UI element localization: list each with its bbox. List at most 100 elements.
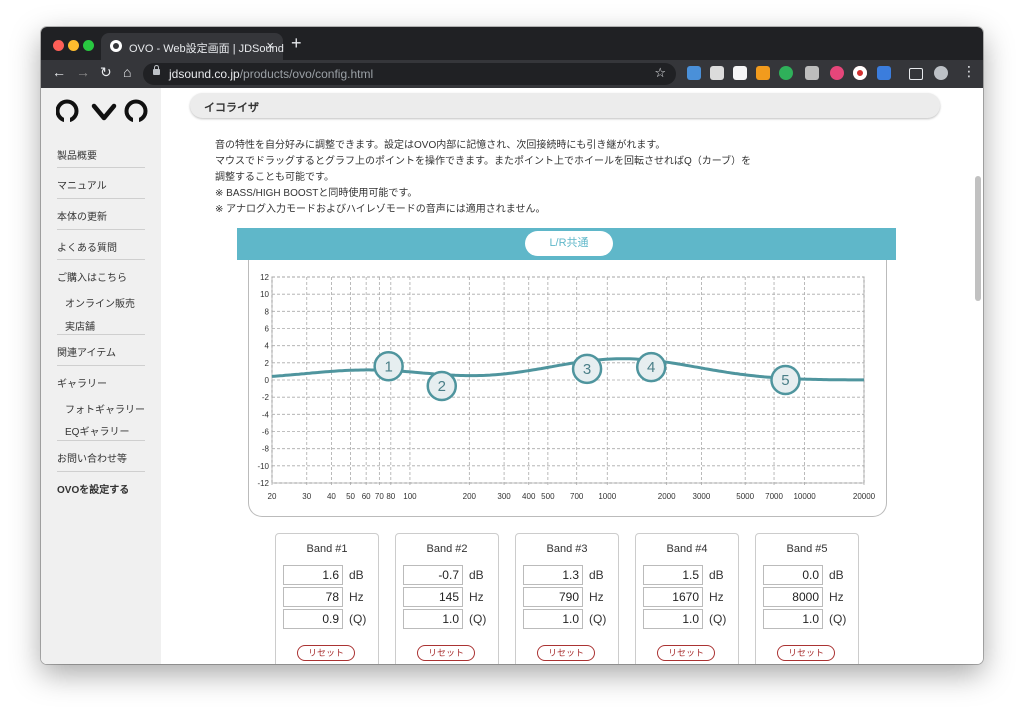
sidebar-divider xyxy=(57,198,145,199)
y-tick-label: -2 xyxy=(262,393,270,402)
reset-button[interactable]: リセット xyxy=(537,645,595,661)
x-tick-label: 200 xyxy=(463,492,477,501)
q-input[interactable]: 1.0 xyxy=(403,609,463,629)
x-tick-label: 5000 xyxy=(736,492,754,501)
bookmark-star-icon[interactable]: ☆ xyxy=(654,65,666,81)
channel-bar: L/R共通 xyxy=(237,228,896,260)
profile-avatar[interactable] xyxy=(934,66,948,80)
menu-dots-icon[interactable]: ⋮ xyxy=(962,63,976,80)
camera-extension-icon[interactable] xyxy=(805,66,819,80)
frequency-input[interactable]: 8000 xyxy=(763,587,823,607)
eq-graph[interactable]: 121086420-2-4-6-8-10-1220 30 40 50 60 70 80 100… xyxy=(249,260,886,516)
y-tick-label: 2 xyxy=(265,359,270,368)
y-tick-label: 6 xyxy=(265,325,270,334)
favicon-icon xyxy=(110,40,122,52)
frequency-input[interactable]: 78 xyxy=(283,587,343,607)
translate-extension-icon[interactable] xyxy=(877,66,891,80)
section-header: イコライザ xyxy=(190,93,940,118)
evernote-extension-icon[interactable] xyxy=(779,66,793,80)
record-extension-icon[interactable] xyxy=(853,66,867,80)
gain-input[interactable]: 0.0 xyxy=(763,565,823,585)
sidebar-subitem-eq-gallery[interactable]: EQギャラリー xyxy=(65,423,129,438)
x-tick-label: 3000 xyxy=(693,492,711,501)
sidebar-subitem-retail-store[interactable]: 実店舗 xyxy=(65,318,95,333)
minimize-window-button[interactable] xyxy=(68,40,79,51)
document-extension-icon[interactable] xyxy=(733,66,747,80)
sidebar-item-gallery[interactable]: ギャラリー xyxy=(57,375,107,390)
x-tick-label: 60 xyxy=(362,492,371,501)
band-card: Band #2 -0.7 dB 145 Hz 1.0 (Q) リセット xyxy=(395,533,499,664)
tab-bar: OVO - Web設定画面 | JDSound × + xyxy=(41,27,983,60)
color-picker-extension-icon[interactable] xyxy=(830,66,844,80)
band-marker-label: 5 xyxy=(781,372,789,389)
q-input[interactable]: 1.0 xyxy=(523,609,583,629)
frequency-unit: Hz xyxy=(589,590,604,604)
band-title: Band #1 xyxy=(306,543,348,555)
sidebar-item-purchase[interactable]: ご購入はこちら xyxy=(57,269,127,284)
band-card: Band #3 1.3 dB 790 Hz 1.0 (Q) リセット xyxy=(515,533,619,664)
browser-tab[interactable]: OVO - Web設定画面 | JDSound × xyxy=(101,33,284,60)
forward-button[interactable]: → xyxy=(76,64,90,80)
download-extension-icon[interactable] xyxy=(687,66,701,80)
sidebar-subitem-online-shop[interactable]: オンライン販売 xyxy=(65,295,135,310)
y-tick-label: -4 xyxy=(262,410,270,419)
lock-icon xyxy=(153,65,160,75)
frequency-unit: Hz xyxy=(709,590,724,604)
sidebar-subitem-photo-gallery[interactable]: フォトギャラリー xyxy=(65,401,145,416)
q-input[interactable]: 1.0 xyxy=(643,609,703,629)
reset-button[interactable]: リセット xyxy=(657,645,715,661)
frequency-input[interactable]: 790 xyxy=(523,587,583,607)
band-card: Band #5 0.0 dB 8000 Hz 1.0 (Q) リセット xyxy=(755,533,859,664)
y-tick-label: -10 xyxy=(257,462,269,471)
channel-toggle-button[interactable]: L/R共通 xyxy=(525,231,613,256)
tool-extension-icon[interactable] xyxy=(756,66,770,80)
gain-input[interactable]: 1.6 xyxy=(283,565,343,585)
sidebar-item-overview[interactable]: 製品概要 xyxy=(57,147,97,162)
q-unit: (Q) xyxy=(709,612,727,626)
q-input[interactable]: 1.0 xyxy=(763,609,823,629)
sidebar-item-faq[interactable]: よくある質問 xyxy=(57,239,117,254)
new-tab-button[interactable]: + xyxy=(291,33,302,54)
reset-button[interactable]: リセット xyxy=(297,645,355,661)
x-tick-label: 400 xyxy=(522,492,536,501)
scrollbar-thumb[interactable] xyxy=(975,176,981,301)
sidebar-divider xyxy=(57,259,145,260)
frequency-input[interactable]: 145 xyxy=(403,587,463,607)
sidebar-item-configure[interactable]: OVOを設定する xyxy=(57,481,129,496)
save-extension-icon[interactable] xyxy=(710,66,724,80)
sidebar-item-manual[interactable]: マニュアル xyxy=(57,177,107,192)
gain-unit: dB xyxy=(709,568,724,582)
band-marker-label: 1 xyxy=(384,358,392,375)
x-tick-label: 100 xyxy=(403,492,417,501)
ovo-logo[interactable] xyxy=(56,98,152,124)
close-window-button[interactable] xyxy=(53,40,64,51)
q-input[interactable]: 0.9 xyxy=(283,609,343,629)
section-title: イコライザ xyxy=(204,102,259,114)
y-tick-label: 4 xyxy=(265,342,270,351)
sidebar-item-related[interactable]: 関連アイテム xyxy=(57,344,116,359)
gain-input[interactable]: 1.3 xyxy=(523,565,583,585)
description-line: ※ アナログ入力モードおよびハイレゾモードの音声には適用されません。 xyxy=(215,204,546,215)
sidebar-divider xyxy=(57,229,145,230)
url-path: /products/ovo/config.html xyxy=(239,67,374,81)
frequency-input[interactable]: 1670 xyxy=(643,587,703,607)
sidebar-item-contact[interactable]: お問い合わせ等 xyxy=(57,450,127,465)
x-tick-label: 500 xyxy=(541,492,555,501)
band-card: Band #4 1.5 dB 1670 Hz 1.0 (Q) リセット xyxy=(635,533,739,664)
address-bar[interactable]: jdsound.co.jp/products/ovo/config.html ☆ xyxy=(143,63,676,85)
x-tick-label: 20 xyxy=(268,492,277,501)
home-button[interactable]: ⌂ xyxy=(123,64,131,80)
sidebar-item-update[interactable]: 本体の更新 xyxy=(57,208,107,223)
reload-button[interactable]: ↻ xyxy=(100,64,112,81)
x-tick-label: 300 xyxy=(497,492,511,501)
url-text: jdsound.co.jp/products/ovo/config.html xyxy=(169,67,373,81)
reset-button[interactable]: リセット xyxy=(417,645,475,661)
cast-icon[interactable] xyxy=(909,68,923,80)
back-button[interactable]: ← xyxy=(52,64,66,80)
gain-input[interactable]: 1.5 xyxy=(643,565,703,585)
reset-button[interactable]: リセット xyxy=(777,645,835,661)
x-tick-label: 30 xyxy=(302,492,311,501)
gain-input[interactable]: -0.7 xyxy=(403,565,463,585)
close-tab-icon[interactable]: × xyxy=(266,38,274,53)
maximize-window-button[interactable] xyxy=(83,40,94,51)
